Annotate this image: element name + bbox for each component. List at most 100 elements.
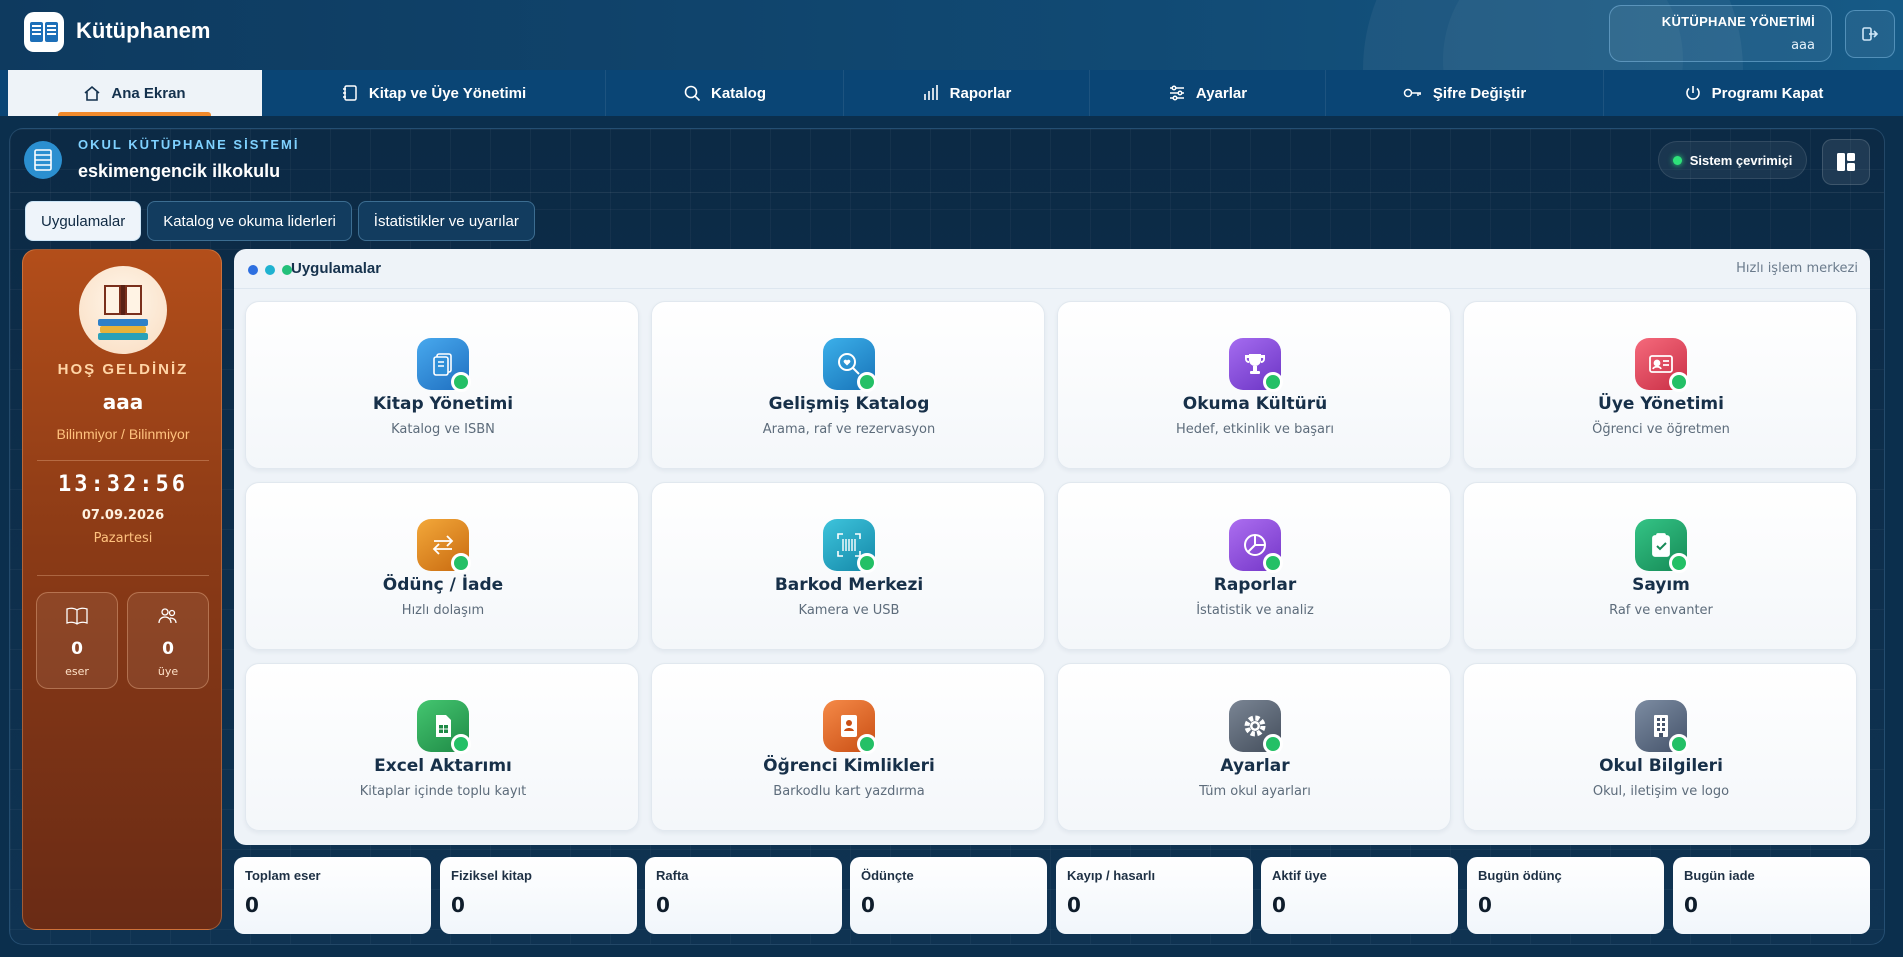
nav-home-label: Ana Ekran bbox=[111, 84, 186, 102]
app-card-barcode-center[interactable]: Barkod Merkezi Kamera ve USB bbox=[651, 482, 1045, 650]
notebook-icon bbox=[342, 85, 357, 101]
app-card-title: Excel Aktarımı bbox=[374, 756, 512, 776]
status-dot-icon bbox=[1672, 155, 1682, 165]
app-card-title: Sayım bbox=[1632, 575, 1690, 595]
app-card-title: Gelişmiş Katalog bbox=[768, 394, 930, 414]
main-panel: OKUL KÜTÜPHANE SİSTEMİ eskimengencik ilk… bbox=[9, 128, 1885, 945]
bar-chart-icon bbox=[923, 85, 938, 100]
divider bbox=[37, 575, 209, 576]
stat-value: 0 bbox=[861, 893, 875, 917]
books-avatar-icon bbox=[79, 266, 167, 354]
active-status-dot bbox=[857, 372, 877, 392]
system-status-badge: Sistem çevrimiçi bbox=[1658, 141, 1807, 179]
divider bbox=[37, 460, 209, 461]
power-icon bbox=[1685, 86, 1700, 100]
system-header: OKUL KÜTÜPHANE SİSTEMİ eskimengencik ilk… bbox=[10, 129, 1884, 193]
logout-icon bbox=[1862, 27, 1879, 41]
stat-label: Toplam eser bbox=[245, 868, 321, 883]
app-card-title: Barkod Merkezi bbox=[774, 575, 924, 595]
app-card-book-management[interactable]: Kitap Yönetimi Katalog ve ISBN bbox=[245, 301, 639, 469]
system-label: OKUL KÜTÜPHANE SİSTEMİ bbox=[78, 137, 300, 152]
app-card-loan-return[interactable]: Ödünç / İade Hızlı dolaşım bbox=[245, 482, 639, 650]
welcome-username: aaa bbox=[102, 390, 144, 414]
tab-statistics-alerts[interactable]: İstatistikler ve uyarılar bbox=[357, 201, 535, 241]
app-card-reports[interactable]: Raporlar İstatistik ve analiz bbox=[1057, 482, 1451, 650]
nav-close-program[interactable]: Programı Kapat bbox=[1604, 70, 1903, 116]
nav-catalog-label: Katalog bbox=[710, 84, 766, 102]
book-icon bbox=[66, 607, 88, 625]
top-header: Kütüphanem KÜTÜPHANE YÖNETİMİ aaa bbox=[0, 0, 1903, 70]
app-card-settings[interactable]: Ayarlar Tüm okul ayarları bbox=[1057, 663, 1451, 831]
active-status-dot bbox=[451, 372, 471, 392]
stat-card-on-loan: Ödünçte 0 bbox=[850, 857, 1047, 934]
app-card-title: Okuma Kültürü bbox=[1182, 394, 1328, 414]
key-icon bbox=[1403, 88, 1421, 98]
mini-stat-members-label: üye bbox=[157, 665, 179, 678]
mini-stat-works-label: eser bbox=[65, 665, 89, 678]
mini-stat-works: 0 eser bbox=[36, 592, 118, 689]
app-card-subtitle: Raf ve envanter bbox=[1609, 603, 1713, 618]
nav-change-password[interactable]: Şifre Değiştir bbox=[1326, 70, 1604, 116]
applications-title: Uygulamalar bbox=[291, 260, 382, 277]
stat-value: 0 bbox=[451, 893, 465, 917]
nav-home[interactable]: Ana Ekran bbox=[8, 70, 262, 116]
app-card-excel-import[interactable]: Excel Aktarımı Kitaplar içinde toplu kay… bbox=[245, 663, 639, 831]
active-status-dot bbox=[857, 553, 877, 573]
app-card-advanced-catalog[interactable]: Gelişmiş Katalog Arama, raf ve rezervasy… bbox=[651, 301, 1045, 469]
stat-value: 0 bbox=[1067, 893, 1081, 917]
stat-card-lost-damaged: Kayıp / hasarlı 0 bbox=[1056, 857, 1253, 934]
stat-card-today-returns: Bugün iade 0 bbox=[1673, 857, 1870, 934]
nav-catalog[interactable]: Katalog bbox=[606, 70, 844, 116]
active-status-dot bbox=[1263, 734, 1283, 754]
nav-book-member-management[interactable]: Kitap ve Üye Yönetimi bbox=[262, 70, 606, 116]
app-card-reading-culture[interactable]: Okuma Kültürü Hedef, etkinlik ve başarı bbox=[1057, 301, 1451, 469]
logout-button[interactable] bbox=[1845, 10, 1895, 58]
welcome-role: Bilinmiyor / Bilinmiyor bbox=[56, 426, 190, 442]
layout-toggle-button[interactable] bbox=[1822, 139, 1870, 185]
nav-close-program-label: Programı Kapat bbox=[1711, 84, 1824, 102]
nav-settings[interactable]: Ayarlar bbox=[1090, 70, 1326, 116]
stat-label: Ödünçte bbox=[861, 868, 914, 883]
stat-value: 0 bbox=[1684, 893, 1698, 917]
clock-day: Pazartesi bbox=[93, 531, 153, 546]
mini-stat-members: 0 üye bbox=[127, 592, 209, 689]
active-status-dot bbox=[451, 734, 471, 754]
active-status-dot bbox=[1669, 372, 1689, 392]
active-status-dot bbox=[1263, 553, 1283, 573]
app-card-title: Raporlar bbox=[1213, 575, 1297, 595]
stat-label: Kayıp / hasarlı bbox=[1067, 868, 1156, 883]
app-card-student-ids[interactable]: Öğrenci Kimlikleri Barkodlu kart yazdırm… bbox=[651, 663, 1045, 831]
app-card-subtitle: Tüm okul ayarları bbox=[1199, 784, 1311, 799]
tab-applications[interactable]: Uygulamalar bbox=[25, 201, 142, 241]
mini-stat-members-value: 0 bbox=[162, 639, 174, 659]
app-card-subtitle: Okul, iletişim ve logo bbox=[1592, 784, 1730, 799]
app-card-member-management[interactable]: Üye Yönetimi Öğrenci ve öğretmen bbox=[1463, 301, 1857, 469]
nav-reports[interactable]: Raporlar bbox=[844, 70, 1090, 116]
active-status-dot bbox=[1263, 372, 1283, 392]
main-navigation: Ana Ekran Kitap ve Üye Yönetimi Katalog … bbox=[0, 70, 1903, 116]
app-card-subtitle: Öğrenci ve öğretmen bbox=[1592, 422, 1730, 437]
tab-catalog-leaders[interactable]: Katalog ve okuma liderleri bbox=[147, 201, 352, 241]
app-card-subtitle: Katalog ve ISBN bbox=[391, 422, 495, 437]
stat-value: 0 bbox=[1478, 893, 1492, 917]
stat-card-total-works: Toplam eser 0 bbox=[234, 857, 431, 934]
stat-label: Rafta bbox=[656, 868, 689, 883]
active-status-dot bbox=[1669, 553, 1689, 573]
app-card-school-info[interactable]: Okul Bilgileri Okul, iletişim ve logo bbox=[1463, 663, 1857, 831]
shelf-icon bbox=[24, 141, 62, 179]
stat-label: Bugün ödünç bbox=[1478, 868, 1562, 883]
app-card-subtitle: Hedef, etkinlik ve başarı bbox=[1176, 422, 1334, 437]
stat-card-on-shelf: Rafta 0 bbox=[645, 857, 842, 934]
clock-time: 13:32:56 bbox=[58, 472, 188, 497]
active-status-dot bbox=[857, 734, 877, 754]
app-card-inventory-count[interactable]: Sayım Raf ve envanter bbox=[1463, 482, 1857, 650]
stat-value: 0 bbox=[656, 893, 670, 917]
app-card-title: Ayarlar bbox=[1220, 756, 1290, 776]
app-card-subtitle: Arama, raf ve rezervasyon bbox=[762, 422, 936, 437]
admin-username: aaa bbox=[1791, 38, 1815, 53]
content-tabs: Uygulamalar Katalog ve okuma liderleri İ… bbox=[25, 201, 535, 241]
admin-user-box[interactable]: KÜTÜPHANE YÖNETİMİ aaa bbox=[1609, 5, 1832, 62]
mini-stat-works-value: 0 bbox=[71, 639, 83, 659]
stat-card-active-members: Aktif üye 0 bbox=[1261, 857, 1458, 934]
active-status-dot bbox=[1669, 734, 1689, 754]
